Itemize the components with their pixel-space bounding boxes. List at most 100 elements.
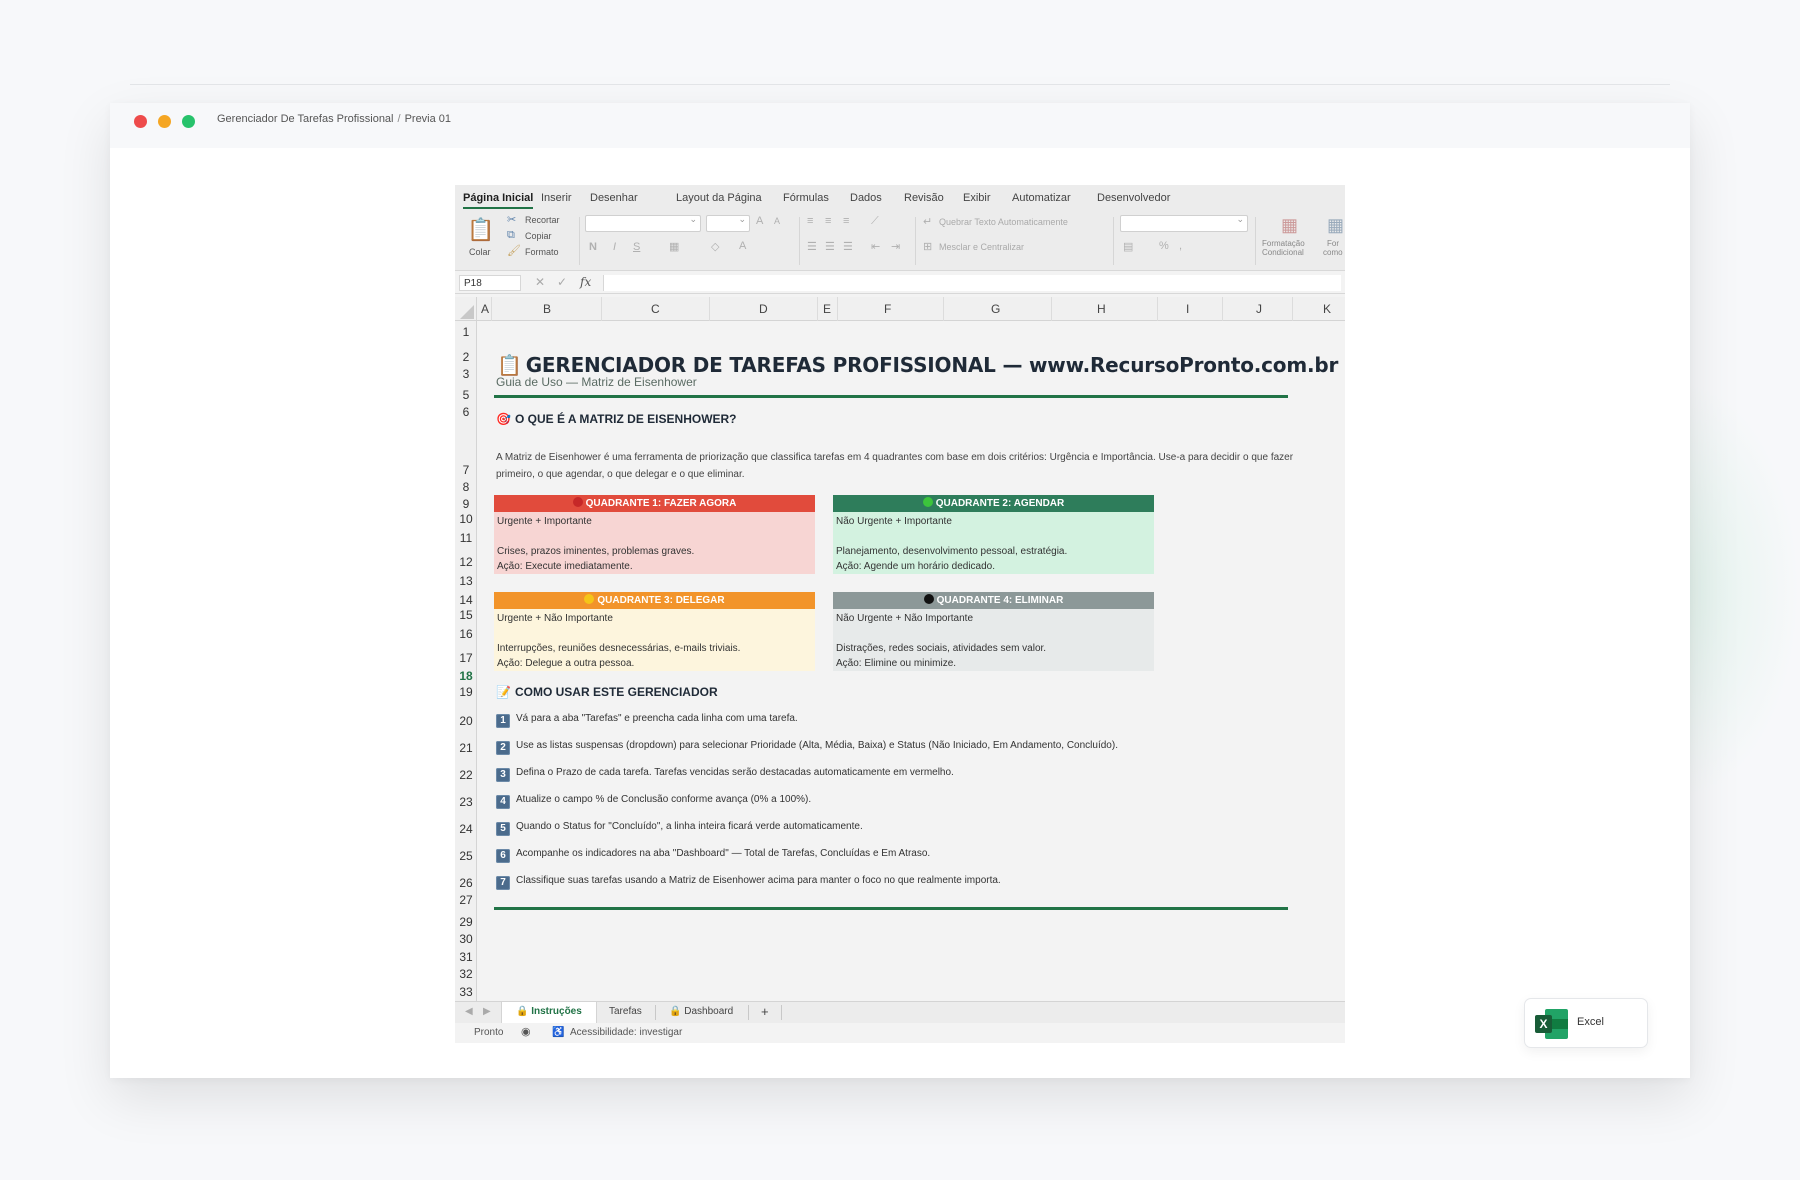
align-middle-icon[interactable]: ≡: [825, 215, 831, 227]
bold-icon[interactable]: N: [589, 241, 597, 253]
add-sheet-button[interactable]: +: [761, 1004, 769, 1019]
column-header[interactable]: J: [1256, 302, 1262, 316]
fill-color-icon[interactable]: ◇: [711, 240, 719, 253]
merge-center-icon[interactable]: ⊞: [923, 240, 932, 253]
orientation-icon[interactable]: ⟋: [871, 215, 879, 228]
paste-button[interactable]: Colar: [469, 247, 491, 257]
row-header[interactable]: 11: [455, 531, 477, 545]
column-header[interactable]: G: [991, 302, 1000, 316]
worksheet[interactable]: 📋 GERENCIADOR DE TAREFAS PROFISSIONAL — w…: [477, 321, 1345, 1001]
row-header[interactable]: 5: [455, 388, 477, 402]
cut-button[interactable]: Recortar: [525, 215, 560, 225]
name-box[interactable]: P18: [459, 275, 521, 291]
sheet-tab-instrucoes[interactable]: 🔒 Instruções: [501, 1002, 597, 1024]
percent-icon[interactable]: %: [1159, 240, 1169, 252]
row-header-selected[interactable]: 18: [455, 669, 477, 683]
row-header[interactable]: 14: [455, 593, 477, 607]
format-as-table-icon[interactable]: ▦: [1327, 215, 1344, 236]
row-header[interactable]: 31: [455, 950, 477, 964]
accessibility-status[interactable]: Acessibilidade: investigar: [570, 1027, 682, 1038]
column-header[interactable]: A: [481, 302, 489, 316]
column-header[interactable]: D: [759, 302, 768, 316]
enter-icon[interactable]: ✓: [557, 275, 567, 289]
tab-desenvolvedor[interactable]: Desenvolvedor: [1097, 192, 1170, 204]
underline-icon[interactable]: S: [633, 241, 640, 253]
sheet-tab-dashboard[interactable]: 🔒 Dashboard: [669, 1006, 733, 1017]
font-size-dropdown[interactable]: [706, 214, 750, 232]
row-header[interactable]: 19: [455, 685, 477, 699]
decrease-indent-icon[interactable]: ⇤: [871, 240, 880, 253]
align-left-icon[interactable]: ☰: [807, 240, 817, 253]
copy-button[interactable]: Copiar: [525, 231, 552, 241]
tab-dados[interactable]: Dados: [850, 192, 882, 204]
tab-inserir[interactable]: Inserir: [541, 192, 572, 204]
tab-formulas[interactable]: Fórmulas: [783, 192, 829, 204]
paste-icon[interactable]: 📋: [467, 217, 494, 243]
macro-record-icon[interactable]: ◉: [521, 1025, 531, 1038]
increase-indent-icon[interactable]: ⇥: [891, 240, 900, 253]
number-format-dropdown[interactable]: [1120, 214, 1248, 232]
format-painter-button[interactable]: Formato: [525, 247, 559, 257]
column-header[interactable]: I: [1186, 302, 1189, 316]
tab-automatizar[interactable]: Automatizar: [1012, 192, 1071, 204]
format-as-table-label-2[interactable]: como: [1323, 248, 1343, 257]
row-header[interactable]: 26: [455, 876, 477, 890]
decrease-font-icon[interactable]: A: [774, 216, 780, 226]
copy-icon[interactable]: ⧉: [507, 229, 515, 242]
row-header[interactable]: 23: [455, 795, 477, 809]
row-header[interactable]: 20: [455, 714, 477, 728]
row-header[interactable]: 6: [455, 405, 477, 419]
column-header[interactable]: E: [823, 302, 831, 316]
minimize-window-dot[interactable]: [158, 115, 171, 128]
maximize-window-dot[interactable]: [182, 115, 195, 128]
comma-style-icon[interactable]: ,: [1179, 240, 1182, 252]
row-header[interactable]: 15: [455, 608, 477, 622]
close-window-dot[interactable]: [134, 115, 147, 128]
tab-layout-da-pagina[interactable]: Layout da Página: [676, 192, 762, 204]
row-header[interactable]: 2: [455, 350, 477, 364]
font-family-dropdown[interactable]: [585, 214, 701, 232]
font-color-icon[interactable]: A: [739, 240, 746, 252]
scroll-right-icon[interactable]: ▶: [483, 1006, 491, 1017]
row-header[interactable]: 25: [455, 849, 477, 863]
row-header[interactable]: 21: [455, 741, 477, 755]
align-right-icon[interactable]: ☰: [843, 240, 853, 253]
sheet-tab-tarefas[interactable]: Tarefas: [609, 1006, 642, 1017]
conditional-formatting-label-1[interactable]: Formatação: [1262, 239, 1305, 248]
row-header[interactable]: 16: [455, 627, 477, 641]
format-painter-icon[interactable]: 🖌: [507, 244, 521, 257]
row-header[interactable]: 24: [455, 822, 477, 836]
align-top-icon[interactable]: ≡: [807, 215, 813, 227]
row-header[interactable]: 12: [455, 555, 477, 569]
scroll-left-icon[interactable]: ◀: [465, 1006, 473, 1017]
borders-icon[interactable]: ▦: [669, 240, 679, 253]
column-header[interactable]: F: [884, 302, 891, 316]
row-header[interactable]: 13: [455, 574, 477, 588]
row-header[interactable]: 33: [455, 985, 477, 999]
accessibility-icon[interactable]: ♿: [552, 1027, 564, 1038]
insert-function-button[interactable]: fx: [580, 275, 591, 289]
conditional-formatting-icon[interactable]: ▦: [1281, 215, 1298, 236]
row-header[interactable]: 8: [455, 480, 477, 494]
column-header[interactable]: B: [543, 302, 551, 316]
wrap-text-button[interactable]: Quebrar Texto Automaticamente: [939, 217, 1068, 227]
select-all-corner[interactable]: [455, 297, 477, 321]
row-header[interactable]: 10: [455, 512, 477, 526]
merge-center-button[interactable]: Mesclar e Centralizar: [939, 242, 1024, 252]
row-header[interactable]: 22: [455, 768, 477, 782]
row-header[interactable]: 29: [455, 915, 477, 929]
currency-icon[interactable]: ▤: [1123, 240, 1133, 253]
row-header[interactable]: 30: [455, 932, 477, 946]
align-bottom-icon[interactable]: ≡: [843, 215, 849, 227]
tab-desenhar[interactable]: Desenhar: [590, 192, 638, 204]
align-center-icon[interactable]: ☰: [825, 240, 835, 253]
format-as-table-label-1[interactable]: For: [1327, 239, 1339, 248]
row-header[interactable]: 1: [455, 325, 477, 339]
column-header[interactable]: H: [1097, 302, 1106, 316]
row-header[interactable]: 27: [455, 893, 477, 907]
row-header[interactable]: 17: [455, 651, 477, 665]
italic-icon[interactable]: I: [613, 241, 616, 253]
tab-pagina-inicial[interactable]: Página Inicial: [463, 192, 534, 209]
row-header[interactable]: 7: [455, 463, 477, 477]
column-header[interactable]: C: [651, 302, 660, 316]
